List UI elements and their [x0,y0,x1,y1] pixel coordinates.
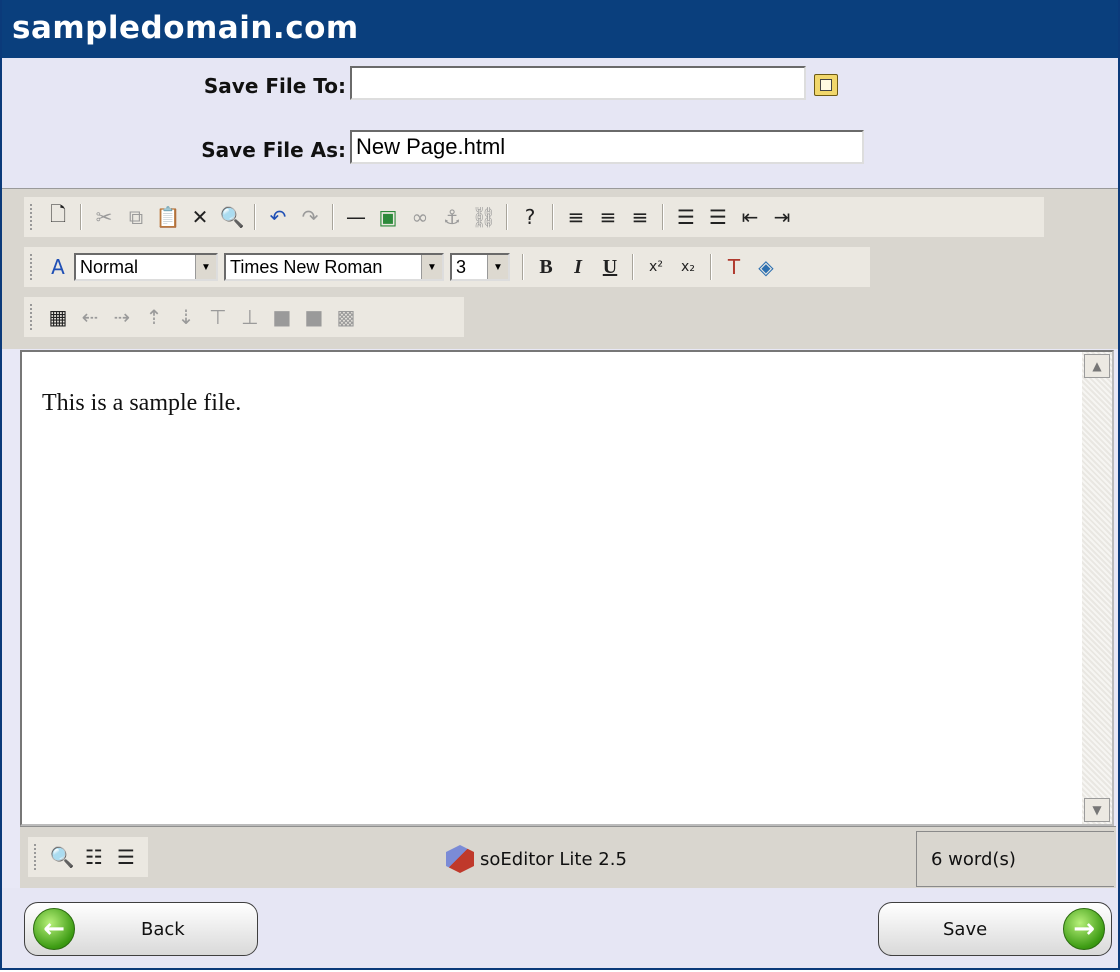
insert-column-before-icon[interactable]: ⇠ [77,304,103,330]
delete-column-icon[interactable]: ■ [301,304,327,330]
toolbar-grip[interactable] [30,204,36,230]
delete-row-icon[interactable]: ■ [269,304,295,330]
cut-icon[interactable]: ✂ [91,204,117,230]
vertical-scrollbar[interactable]: ▲ ▼ [1082,352,1112,824]
subscript-button[interactable]: x₂ [675,254,701,280]
italic-button[interactable]: I [565,254,591,280]
title-bar: sampledomain.com [2,0,1118,58]
align-right-icon[interactable]: ≡ [627,204,653,230]
anchor-icon[interactable]: ⚓ [439,204,465,230]
indent-icon[interactable]: ⇥ [769,204,795,230]
brand-name: soEditor Lite 2.5 [480,848,627,870]
save-label: Save [943,918,988,940]
unlink-icon[interactable]: ⛓ [471,204,497,230]
separator [254,204,256,230]
editor-content-area[interactable]: This is a sample file. ▲ ▼ [20,350,1114,826]
save-as-label: Save File As: [201,138,346,162]
dropdown-arrow-icon[interactable]: ▼ [421,255,442,279]
cube-logo-icon [446,845,474,873]
insert-column-after-icon[interactable]: ⇢ [109,304,135,330]
save-button[interactable]: Save → [878,902,1112,956]
scroll-up-button[interactable]: ▲ [1084,354,1110,378]
back-button[interactable]: ← Back [24,902,258,956]
back-label: Back [141,918,185,940]
editor-text[interactable]: This is a sample file. [42,390,241,417]
paste-icon[interactable]: 📋 [155,204,181,230]
insert-table-icon[interactable]: ▦ [45,304,71,330]
background-color-icon[interactable]: ◈ [753,254,779,280]
outdent-icon[interactable]: ⇤ [737,204,763,230]
dropdown-arrow-icon[interactable]: ▼ [195,255,216,279]
save-as-input[interactable] [350,130,864,164]
copy-icon[interactable]: ⧉ [123,204,149,230]
undo-icon[interactable]: ↶ [265,204,291,230]
help-icon[interactable]: ? [517,204,543,230]
font-family-select[interactable]: Times New Roman ▼ [224,253,444,281]
toolbar-grip[interactable] [34,844,40,870]
editor-toolbar: 🗋 ✂ ⧉ 📋 ✕ 🔍 ↶ ↷ — ▣ ∞ ⚓ ⛓ ? ≡ ≡ ≡ ☰ ☰ ⇤ [2,188,1118,349]
toolbar-row-2: A Normal ▼ Times New Roman ▼ 3 ▼ B I U x… [24,247,870,287]
delete-icon[interactable]: ✕ [187,204,213,230]
preview-icon[interactable]: 🔍 [49,844,75,870]
separator [332,204,334,230]
redo-icon[interactable]: ↷ [297,204,323,230]
separator [552,204,554,230]
toolbar-grip[interactable] [30,254,36,280]
browse-folder-button[interactable] [814,74,838,96]
save-form: Save File To: Save File As: [2,58,1118,188]
unordered-list-icon[interactable]: ☰ [705,204,731,230]
editor-brand: soEditor Lite 2.5 [446,845,627,873]
font-size-value: 3 [456,256,467,277]
save-to-label: Save File To: [203,74,346,98]
separator [80,204,82,230]
separator [506,204,508,230]
link-icon[interactable]: ∞ [407,204,433,230]
source-view-icon[interactable]: ☷ [81,844,107,870]
horizontal-rule-icon[interactable]: — [343,204,369,230]
properties-icon[interactable]: ☰ [113,844,139,870]
font-family-value: Times New Roman [230,256,383,277]
new-document-icon[interactable]: 🗋 [45,202,71,230]
bold-button[interactable]: B [533,254,559,280]
word-count: 6 word(s) [916,831,1114,887]
underline-button[interactable]: U [597,254,623,280]
dropdown-arrow-icon[interactable]: ▼ [487,255,508,279]
merge-up-icon[interactable]: ⊤ [205,304,231,330]
align-left-icon[interactable]: ≡ [563,204,589,230]
separator [710,254,712,280]
separator [632,254,634,280]
ordered-list-icon[interactable]: ☰ [673,204,699,230]
find-icon[interactable]: 🔍 [219,204,245,230]
insert-image-icon[interactable]: ▣ [375,204,401,230]
style-icon[interactable]: A [45,254,71,280]
save-arrow-icon: → [1063,908,1106,950]
save-to-input[interactable] [350,66,806,100]
merge-down-icon[interactable]: ⊥ [237,304,263,330]
action-bar: ← Back Save → [2,888,1118,968]
align-center-icon[interactable]: ≡ [595,204,621,230]
table-properties-icon[interactable]: ▩ [333,304,359,330]
insert-row-before-icon[interactable]: ⇡ [141,304,167,330]
editor-window: sampledomain.com Save File To: Save File… [0,0,1120,970]
back-arrow-icon: ← [33,908,75,950]
status-bar: 🔍 ☷ ☰ soEditor Lite 2.5 6 word(s) [20,826,1116,889]
toolbar-row-1: 🗋 ✂ ⧉ 📋 ✕ 🔍 ↶ ↷ — ▣ ∞ ⚓ ⛓ ? ≡ ≡ ≡ ☰ ☰ ⇤ [24,197,1044,237]
window-title: sampledomain.com [12,10,359,46]
insert-row-after-icon[interactable]: ⇣ [173,304,199,330]
view-mode-toolbar: 🔍 ☷ ☰ [28,837,148,877]
font-size-select[interactable]: 3 ▼ [450,253,510,281]
paragraph-style-select[interactable]: Normal ▼ [74,253,218,281]
toolbar-grip[interactable] [30,304,36,330]
scroll-down-button[interactable]: ▼ [1084,798,1110,822]
text-color-icon[interactable]: T [721,254,747,280]
separator [662,204,664,230]
toolbar-row-3: ▦ ⇠ ⇢ ⇡ ⇣ ⊤ ⊥ ■ ■ ▩ [24,297,464,337]
separator [522,254,524,280]
superscript-button[interactable]: x² [643,254,669,280]
folder-icon [820,79,832,91]
paragraph-style-value: Normal [80,256,139,277]
